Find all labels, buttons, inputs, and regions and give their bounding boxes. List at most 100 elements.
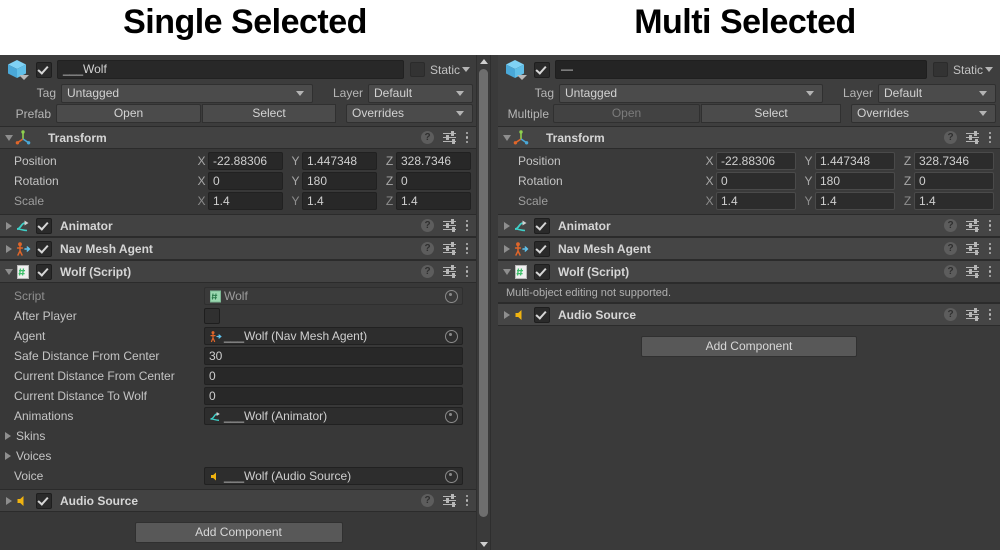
preset-icon[interactable]: [443, 494, 456, 507]
rotation-z-input[interactable]: 0: [396, 172, 471, 190]
scale-x-input[interactable]: 1.4: [208, 192, 283, 210]
wolf-script-foldout-toggle[interactable]: [500, 268, 513, 275]
prefab-select-button[interactable]: Select: [202, 104, 336, 123]
rotation-y-input[interactable]: 180: [302, 172, 377, 190]
position-z-input[interactable]: 328.7346: [396, 152, 471, 170]
preset-icon[interactable]: [443, 219, 456, 232]
help-icon[interactable]: ?: [944, 265, 957, 278]
scale-y-input[interactable]: 1.4: [302, 192, 377, 210]
static-checkbox[interactable]: [409, 62, 425, 77]
more-options-icon[interactable]: [465, 494, 469, 508]
static-chevron-down-icon[interactable]: [985, 67, 993, 72]
help-icon[interactable]: ?: [421, 265, 434, 278]
transform-foldout-toggle[interactable]: [2, 134, 15, 141]
scale-z-input[interactable]: 1.4: [914, 192, 994, 210]
navmeshagent-enabled-checkbox[interactable]: [36, 240, 52, 257]
current-distance-wolf-input[interactable]: 0: [204, 387, 463, 405]
animator-foldout-toggle[interactable]: [500, 221, 513, 230]
audiosource-foldout-toggle[interactable]: [2, 496, 15, 505]
more-options-icon[interactable]: [465, 219, 469, 233]
more-options-icon[interactable]: [465, 265, 469, 279]
animator-foldout-toggle[interactable]: [2, 221, 15, 230]
animator-enabled-checkbox[interactable]: [534, 217, 550, 234]
help-icon[interactable]: ?: [944, 131, 957, 144]
audiosource-foldout-toggle[interactable]: [500, 310, 513, 319]
object-picker-icon[interactable]: [445, 469, 458, 483]
static-checkbox[interactable]: [932, 62, 948, 77]
navmeshagent-enabled-checkbox[interactable]: [534, 240, 550, 257]
more-options-icon[interactable]: [988, 131, 992, 145]
prefab-open-button[interactable]: Open: [56, 104, 201, 123]
audiosource-enabled-checkbox[interactable]: [36, 492, 52, 509]
agent-object-field[interactable]: ___Wolf (Nav Mesh Agent): [204, 327, 463, 345]
script-property-field[interactable]: Wolf: [204, 287, 463, 305]
component-header-wolf-script[interactable]: Wolf (Script) ?: [498, 260, 1000, 283]
more-options-icon[interactable]: [465, 131, 469, 145]
transform-foldout-toggle[interactable]: [500, 134, 513, 141]
add-component-button[interactable]: Add Component: [641, 336, 857, 357]
position-y-input[interactable]: 1.447348: [815, 152, 895, 170]
position-y-input[interactable]: 1.447348: [302, 152, 377, 170]
preset-icon[interactable]: [966, 219, 979, 232]
gameobject-name-input[interactable]: —: [555, 60, 927, 79]
more-options-icon[interactable]: [988, 219, 992, 233]
component-header-animator[interactable]: Animator ?: [0, 214, 477, 237]
voice-object-field[interactable]: ___Wolf (Audio Source): [204, 467, 463, 485]
scale-y-input[interactable]: 1.4: [815, 192, 895, 210]
position-x-input[interactable]: -22.88306: [716, 152, 796, 170]
position-z-input[interactable]: 328.7346: [914, 152, 994, 170]
navmeshagent-foldout-toggle[interactable]: [500, 244, 513, 253]
object-picker-icon[interactable]: [445, 289, 458, 303]
help-icon[interactable]: ?: [421, 219, 434, 232]
gameobject-icon-dropdown-caret[interactable]: [517, 74, 527, 80]
after-player-checkbox[interactable]: [204, 308, 220, 324]
help-icon[interactable]: ?: [421, 494, 434, 507]
safe-distance-input[interactable]: 30: [204, 347, 463, 365]
help-icon[interactable]: ?: [421, 131, 434, 144]
prefab-select-button[interactable]: Select: [701, 104, 841, 123]
scroll-up-arrow-icon[interactable]: [477, 55, 490, 67]
layer-dropdown[interactable]: Default: [878, 83, 996, 103]
component-header-audiosource[interactable]: Audio Source ?: [0, 489, 477, 512]
help-icon[interactable]: ?: [944, 242, 957, 255]
more-options-icon[interactable]: [988, 242, 992, 256]
property-row-skins[interactable]: Skins: [0, 426, 477, 446]
prefab-overrides-dropdown[interactable]: Overrides: [346, 104, 473, 123]
scrollbar-thumb[interactable]: [479, 69, 488, 517]
component-header-navmeshagent[interactable]: Nav Mesh Agent ?: [0, 237, 477, 260]
help-icon[interactable]: ?: [944, 219, 957, 232]
gameobject-active-checkbox[interactable]: [36, 61, 52, 78]
component-header-wolf-script[interactable]: Wolf (Script) ?: [0, 260, 477, 283]
gameobject-cube-icon[interactable]: [504, 58, 530, 82]
rotation-z-input[interactable]: 0: [914, 172, 994, 190]
preset-icon[interactable]: [966, 265, 979, 278]
preset-icon[interactable]: [443, 242, 456, 255]
gameobject-cube-icon[interactable]: [6, 58, 32, 82]
position-x-input[interactable]: -22.88306: [208, 152, 283, 170]
object-picker-icon[interactable]: [445, 329, 458, 343]
rotation-x-input[interactable]: 0: [208, 172, 283, 190]
gameobject-active-checkbox[interactable]: [534, 61, 550, 78]
animator-enabled-checkbox[interactable]: [36, 217, 52, 234]
preset-icon[interactable]: [966, 308, 979, 321]
scale-z-input[interactable]: 1.4: [396, 192, 471, 210]
help-icon[interactable]: ?: [944, 308, 957, 321]
preset-icon[interactable]: [966, 242, 979, 255]
layer-dropdown[interactable]: Default: [368, 83, 473, 103]
scroll-down-arrow-icon[interactable]: [477, 538, 490, 550]
prefab-overrides-dropdown[interactable]: Overrides: [851, 104, 996, 123]
rotation-x-input[interactable]: 0: [716, 172, 796, 190]
gameobject-name-input[interactable]: ___Wolf: [57, 60, 404, 79]
prefab-open-button[interactable]: Open: [553, 104, 700, 123]
audiosource-enabled-checkbox[interactable]: [534, 306, 550, 323]
gameobject-icon-dropdown-caret[interactable]: [19, 74, 29, 80]
component-header-transform[interactable]: Transform ?: [0, 126, 477, 149]
wolf-script-enabled-checkbox[interactable]: [534, 263, 550, 280]
wolf-script-foldout-toggle[interactable]: [2, 268, 15, 275]
preset-icon[interactable]: [443, 131, 456, 144]
wolf-script-enabled-checkbox[interactable]: [36, 263, 52, 280]
tag-dropdown[interactable]: Untagged: [559, 83, 823, 103]
component-header-audiosource[interactable]: Audio Source ?: [498, 303, 1000, 326]
object-picker-icon[interactable]: [445, 409, 458, 423]
component-header-animator[interactable]: Animator ?: [498, 214, 1000, 237]
